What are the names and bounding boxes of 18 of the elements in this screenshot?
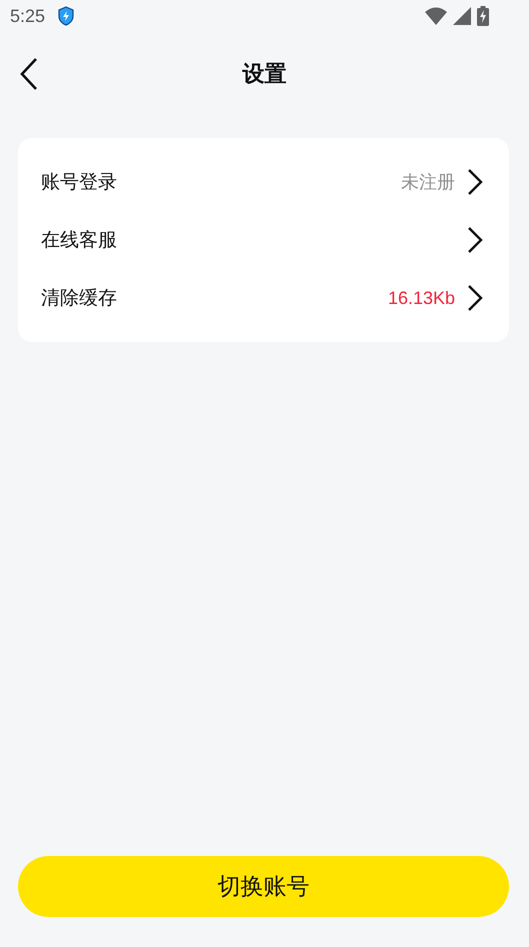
switch-account-button[interactable]: 切换账号 [18,856,509,917]
row-label: 在线客服 [41,228,117,253]
settings-row[interactable]: 账号登录 未注册 [18,153,509,211]
settings-row[interactable]: 清除缓存 16.13Kb [18,269,509,327]
row-label: 清除缓存 [41,286,117,311]
chevron-right-icon [467,226,483,254]
battery-icon [477,6,489,26]
chevron-right-icon [467,284,483,312]
shield-icon [57,6,76,26]
wifi-icon [425,7,447,25]
settings-row[interactable]: 在线客服 [18,211,509,269]
chevron-right-icon [467,168,483,196]
page-title: 设置 [242,61,286,89]
signal-icon [453,7,471,25]
row-value: 未注册 [401,171,455,194]
status-time: 5:25 [10,6,46,26]
row-value: 16.13Kb [388,288,455,308]
row-label: 账号登录 [41,170,117,195]
